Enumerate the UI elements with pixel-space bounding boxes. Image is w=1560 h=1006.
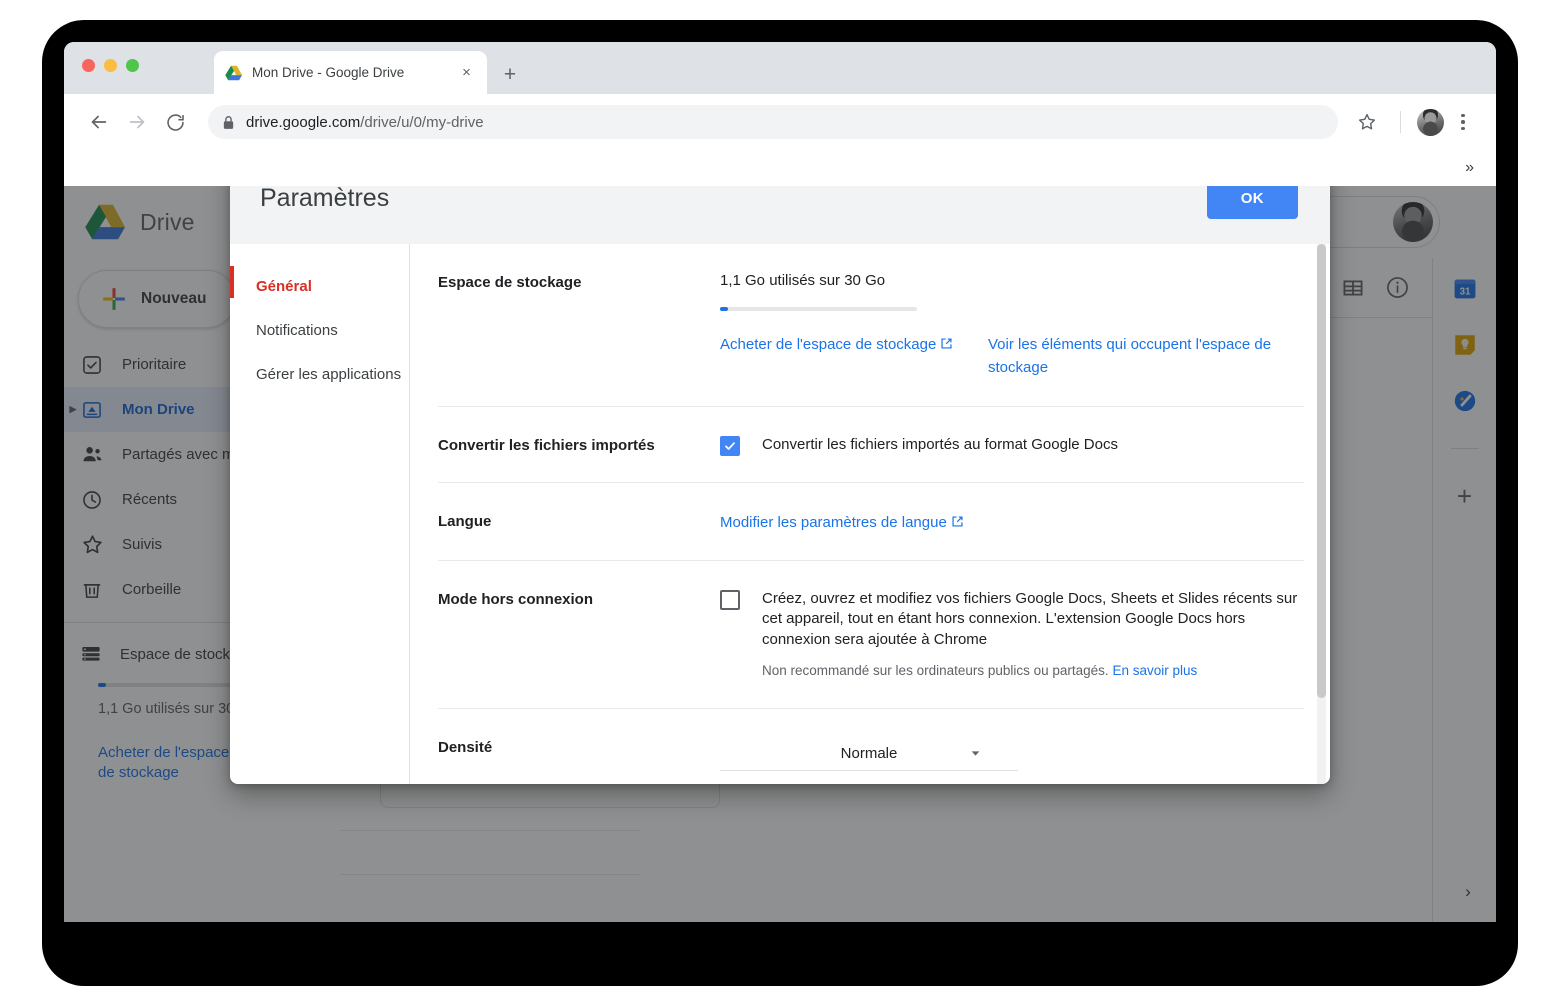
url-domain: drive.google.com: [246, 113, 361, 131]
external-link-icon: [951, 515, 964, 528]
setting-value-density: Normale: [720, 737, 1304, 771]
setting-label-convert: Convertir les fichiers importés: [438, 436, 655, 454]
density-selected-value: Normale: [840, 744, 898, 762]
tab-notifications[interactable]: Notifications: [230, 314, 409, 346]
chrome-browser-window: Mon Drive - Google Drive × + drive.googl…: [64, 42, 1496, 922]
change-language-settings-link[interactable]: Modifier les paramètres de langue: [720, 514, 964, 531]
setting-row-offline: Mode hors connexion Créez, ouvrez et mod…: [438, 561, 1304, 709]
reload-icon[interactable]: [158, 105, 192, 139]
settings-dialog-content: Espace de stockage 1,1 Go utilisés sur 3…: [410, 244, 1330, 784]
chevron-down-icon: [969, 747, 982, 760]
storage-progress-fill: [720, 307, 728, 311]
bookmark-star-icon[interactable]: [1350, 105, 1384, 139]
settings-dialog-header: Paramètres OK: [230, 186, 1330, 244]
setting-value-offline: Créez, ouvrez et modifiez vos fichiers G…: [720, 589, 1304, 682]
offline-checkbox-label: Créez, ouvrez et modifiez vos fichiers G…: [762, 589, 1298, 649]
close-icon[interactable]: ×: [457, 63, 476, 82]
setting-row-storage: Espace de stockage 1,1 Go utilisés sur 3…: [438, 244, 1304, 407]
tab-manage-apps[interactable]: Gérer les applications: [230, 358, 409, 390]
dialog-scrollbar[interactable]: [1317, 244, 1326, 784]
offline-sub-text: Non recommandé sur les ordinateurs publi…: [762, 662, 1198, 678]
url-path: /drive/u/0/my-drive: [360, 113, 484, 131]
new-tab-button[interactable]: +: [496, 60, 524, 88]
density-select[interactable]: Normale: [720, 737, 1018, 771]
buy-storage-link[interactable]: Acheter de l'espace de stockage: [720, 333, 962, 380]
drive-page: Drive Rechercher dans Drive: [64, 186, 1496, 922]
address-bar[interactable]: drive.google.com/drive/u/0/my-drive: [208, 105, 1338, 139]
drive-favicon-icon: [225, 65, 243, 81]
maximize-window-button[interactable]: [126, 59, 139, 72]
settings-dialog-nav: Général Notifications Gérer les applicat…: [230, 244, 410, 784]
settings-dialog-body: Général Notifications Gérer les applicat…: [230, 244, 1330, 784]
convert-uploads-checkbox[interactable]: [720, 435, 740, 456]
storage-progress-bar: [720, 307, 917, 311]
storage-links: Acheter de l'espace de stockage Voir les…: [720, 333, 1304, 380]
offline-mode-checkbox[interactable]: [720, 589, 740, 610]
forward-icon: [120, 105, 154, 139]
lock-icon: [222, 115, 235, 130]
page-title: Paramètres: [260, 186, 390, 212]
convert-checkbox-line: Convertir les fichiers importés au forma…: [720, 435, 1304, 456]
window-traffic-lights: [82, 59, 139, 72]
back-icon[interactable]: [82, 105, 116, 139]
dialog-scrollbar-thumb[interactable]: [1317, 244, 1326, 698]
url-text: drive.google.com/drive/u/0/my-drive: [246, 114, 484, 131]
browser-toolbar: drive.google.com/drive/u/0/my-drive: [64, 94, 1496, 150]
external-link-icon: [940, 337, 953, 350]
setting-row-convert: Convertir les fichiers importés Converti…: [438, 407, 1304, 483]
convert-checkbox-label: Convertir les fichiers importés au forma…: [762, 435, 1118, 453]
bookmarks-overflow-icon[interactable]: »: [1465, 160, 1474, 176]
close-window-button[interactable]: [82, 59, 95, 72]
browser-menu-icon[interactable]: [1448, 107, 1478, 137]
learn-more-link[interactable]: En savoir plus: [1112, 663, 1197, 678]
desktop-background: Mon Drive - Google Drive × + drive.googl…: [0, 0, 1560, 1006]
tab-general[interactable]: Général: [230, 266, 409, 302]
offline-checkbox-line: Créez, ouvrez et modifiez vos fichiers G…: [720, 589, 1304, 682]
setting-row-density: Densité Normale: [438, 709, 1304, 784]
setting-label-density: Densité: [438, 738, 493, 756]
offline-text-block: Créez, ouvrez et modifiez vos fichiers G…: [762, 589, 1302, 682]
setting-label-language: Langue: [438, 512, 492, 530]
browser-tab-title: Mon Drive - Google Drive: [252, 65, 405, 80]
minimize-window-button[interactable]: [104, 59, 117, 72]
setting-value-language: Modifier les paramètres de langue: [720, 511, 1304, 534]
toolbar-divider: [1400, 111, 1401, 133]
setting-label-offline: Mode hors connexion: [438, 590, 594, 608]
browser-tab[interactable]: Mon Drive - Google Drive ×: [214, 51, 487, 94]
ok-button[interactable]: OK: [1206, 186, 1298, 219]
view-storage-items-link[interactable]: Voir les éléments qui occupent l'espace …: [988, 333, 1304, 380]
browser-profile-avatar[interactable]: [1417, 108, 1444, 136]
setting-value-storage: 1,1 Go utilisés sur 30 Go Acheter de l'e…: [720, 272, 1304, 380]
bookmarks-bar: »: [64, 150, 1496, 186]
setting-value-convert: Convertir les fichiers importés au forma…: [720, 435, 1304, 456]
setting-label-storage: Espace de stockage: [438, 274, 582, 291]
browser-tabstrip: Mon Drive - Google Drive × +: [64, 42, 1496, 94]
storage-used-text: 1,1 Go utilisés sur 30 Go: [720, 272, 886, 289]
settings-dialog: Paramètres OK Général Notifications Gére…: [230, 186, 1330, 784]
setting-row-language: Langue Modifier les paramètres de langue: [438, 483, 1304, 561]
